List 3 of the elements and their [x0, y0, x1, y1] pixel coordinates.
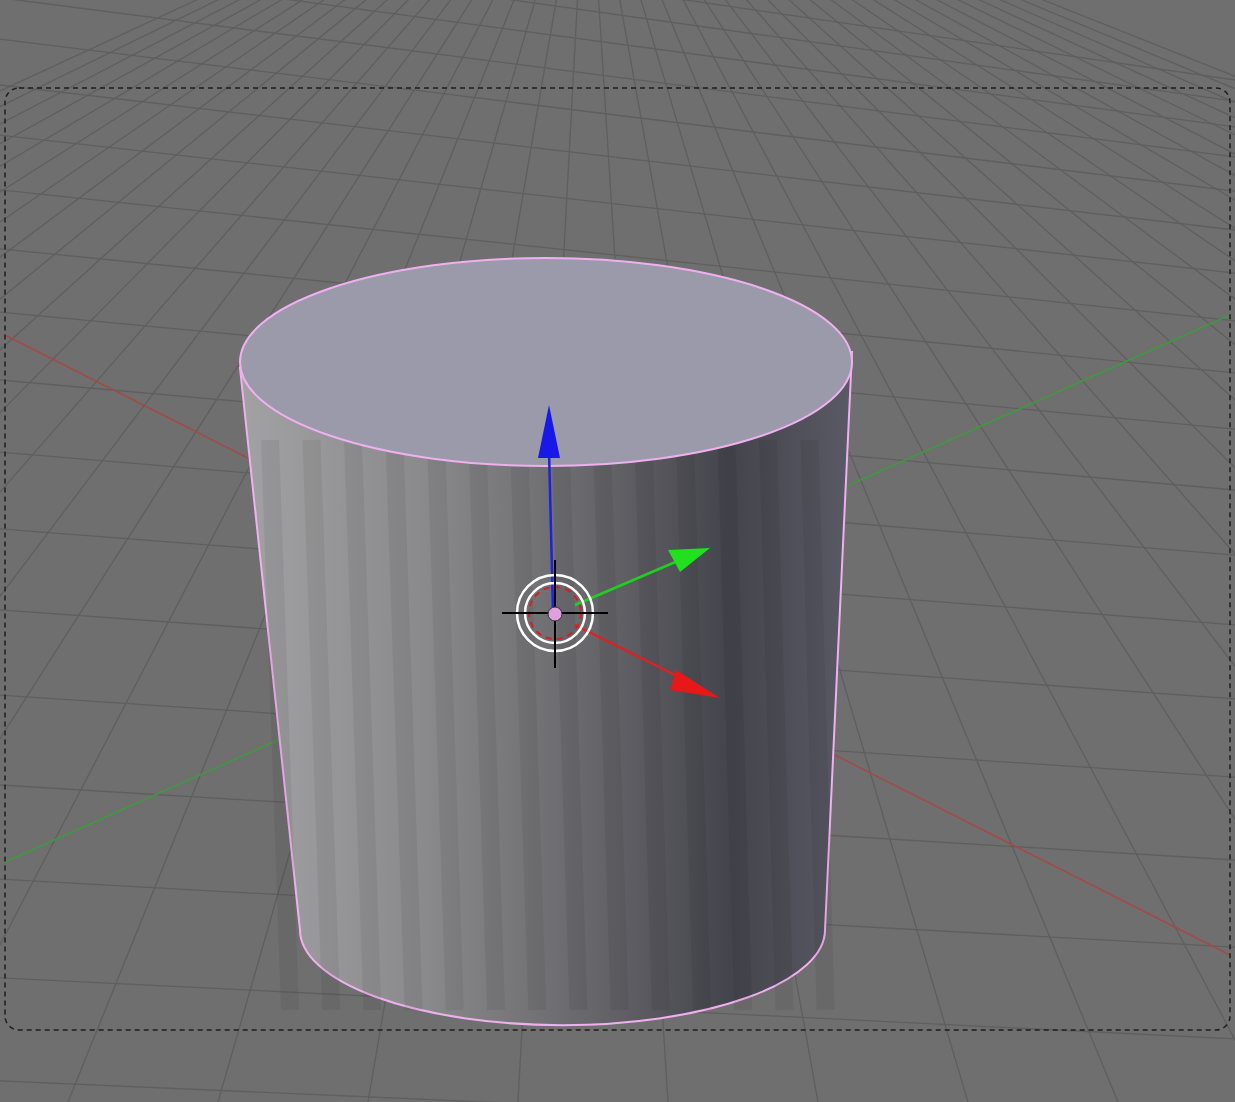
cylinder-drawing[interactable] [239, 257, 853, 1026]
transform-gizmo-drawing[interactable] [538, 405, 720, 698]
3d-cursor-icon [501, 559, 609, 669]
